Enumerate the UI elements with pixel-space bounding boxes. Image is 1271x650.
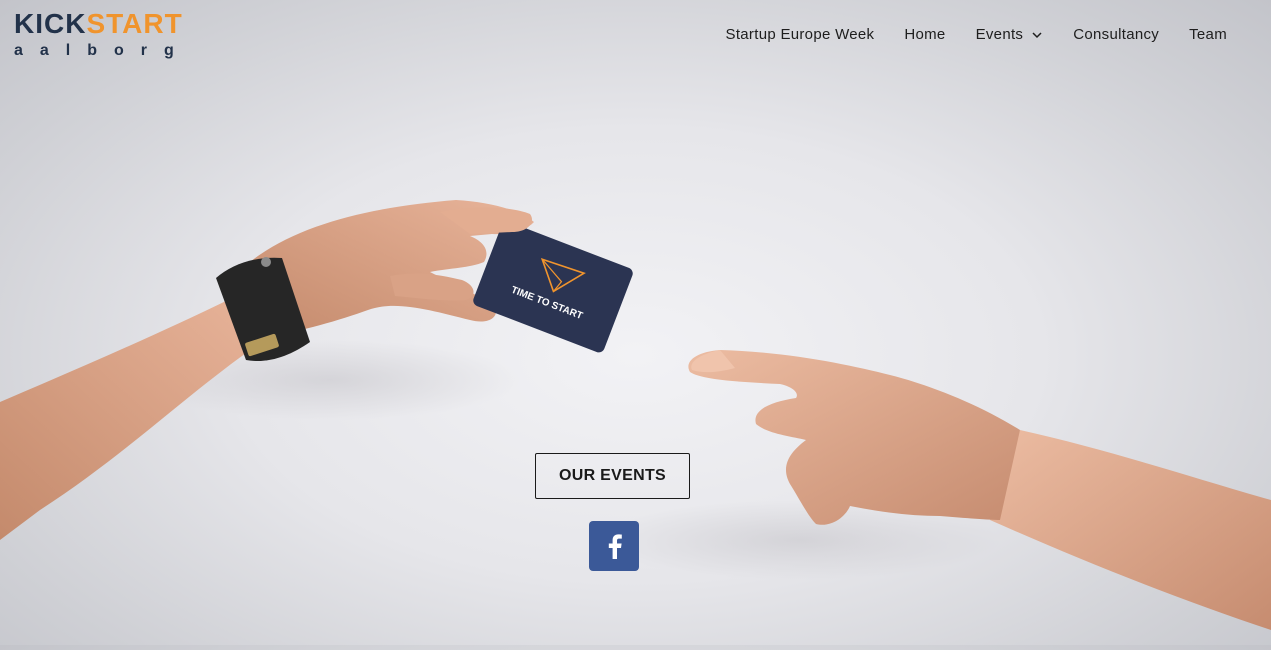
nav-item-home[interactable]: Home xyxy=(904,24,945,46)
logo-kick-text: KICK xyxy=(14,8,87,39)
facebook-button[interactable] xyxy=(589,521,639,571)
chevron-down-icon xyxy=(1032,32,1042,39)
nav-label: Events xyxy=(975,26,1024,43)
main-nav: Startup Europe Week Home Events Consulta… xyxy=(726,24,1227,46)
nav-item-startup-europe-week[interactable]: Startup Europe Week xyxy=(726,24,875,46)
our-events-button[interactable]: OUR EVENTS xyxy=(535,453,690,499)
business-card: TIME TO START xyxy=(473,221,633,353)
logo-wordmark: KICKSTART xyxy=(14,8,183,40)
nav-item-events[interactable]: Events xyxy=(976,24,1044,46)
nav-item-consultancy[interactable]: Consultancy xyxy=(1073,24,1159,46)
logo-start-text: START xyxy=(86,8,183,39)
nav-label: Home xyxy=(904,26,946,43)
nav-label: Startup Europe Week xyxy=(725,26,875,43)
nav-label: Team xyxy=(1189,26,1227,43)
logo-subtitle: aalborg xyxy=(14,42,191,59)
site-header: KICKSTART aalborg Startup Europe Week Ho… xyxy=(0,0,1271,72)
our-events-label: OUR EVENTS xyxy=(558,467,666,484)
kickstart-logo[interactable]: KICKSTART aalborg xyxy=(14,8,214,64)
nav-label: Consultancy xyxy=(1073,26,1160,43)
facebook-icon xyxy=(608,534,622,559)
right-arm xyxy=(688,350,1271,630)
nav-item-team[interactable]: Team xyxy=(1189,24,1227,46)
